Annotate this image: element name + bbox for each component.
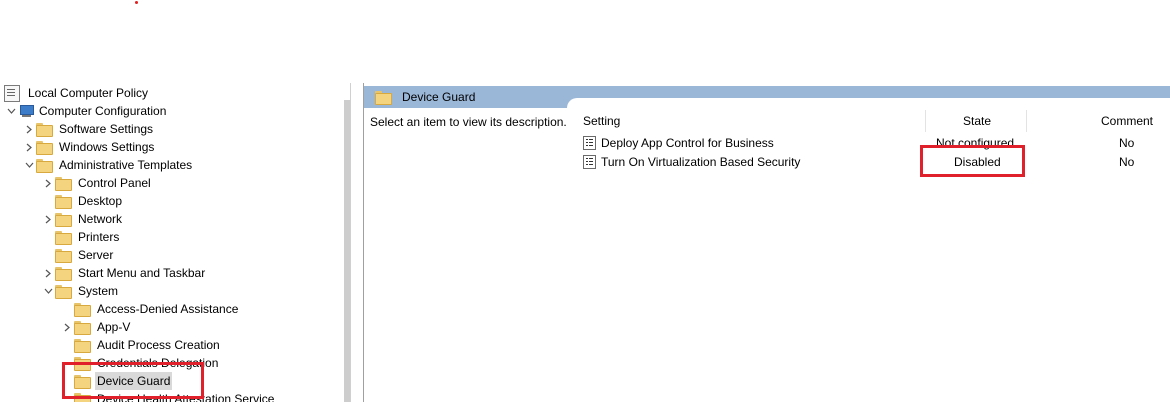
tree-label: System [78, 284, 119, 298]
details-pane: Device Guard Select an item to view its … [363, 83, 1170, 402]
tree-label: Desktop [78, 194, 123, 208]
tree-label: Access-Denied Assistance [97, 302, 239, 316]
folder-icon [36, 158, 53, 173]
chevron-right-icon[interactable] [60, 318, 74, 336]
folder-icon [55, 212, 72, 227]
policy-setting-icon [583, 155, 596, 169]
tree-label: Server [78, 248, 114, 262]
tree-item-windows-settings[interactable]: Windows Settings [22, 138, 156, 156]
tree-label: Administrative Templates [59, 158, 193, 172]
tree-label: Software Settings [59, 122, 154, 136]
column-header-comment[interactable]: Comment [1101, 112, 1153, 130]
chevron-right-icon[interactable] [22, 138, 36, 156]
folder-icon [36, 140, 53, 155]
console-tree: Local Computer Policy Computer Configura… [0, 83, 350, 402]
tree-label: Local Computer Policy [28, 86, 149, 100]
table-row[interactable]: Deploy App Control for Business Not conf… [582, 134, 1170, 152]
folder-icon [74, 302, 91, 317]
setting-cell: Turn On Virtualization Based Security [583, 153, 800, 171]
tree-item-app-v[interactable]: App-V [60, 318, 132, 336]
table-row[interactable]: Turn On Virtualization Based Security Di… [582, 153, 1170, 171]
tree-item-control-panel[interactable]: Control Panel [41, 174, 153, 192]
chevron-down-icon[interactable] [4, 102, 18, 120]
chevron-right-icon[interactable] [41, 174, 55, 192]
column-header-state[interactable]: State [963, 112, 991, 130]
red-dot-marker [135, 1, 138, 4]
column-divider[interactable] [925, 110, 926, 132]
setting-name: Turn On Virtualization Based Security [601, 155, 801, 169]
header-notch [567, 98, 1170, 110]
setting-name: Deploy App Control for Business [601, 136, 774, 150]
tree-item-desktop[interactable]: Desktop [55, 192, 124, 210]
chevron-down-icon[interactable] [22, 156, 36, 174]
tree-item-administrative-templates[interactable]: Administrative Templates [22, 156, 194, 174]
computer-icon [18, 104, 34, 118]
tree-item-server[interactable]: Server [55, 246, 115, 264]
folder-icon [55, 176, 72, 191]
policy-icon [4, 84, 20, 102]
folder-icon [55, 284, 72, 299]
tree-item-computer-configuration[interactable]: Computer Configuration [4, 102, 168, 120]
details-header-title: Device Guard [402, 90, 476, 104]
chevron-right-icon[interactable] [41, 264, 55, 282]
policy-setting-icon [583, 136, 596, 150]
tree-item-system[interactable]: System [41, 282, 120, 300]
folder-icon [74, 320, 91, 335]
folder-icon [74, 338, 91, 353]
chevron-right-icon[interactable] [41, 210, 55, 228]
tree-item-start-menu-and-taskbar[interactable]: Start Menu and Taskbar [41, 264, 207, 282]
comment-cell: No [1119, 155, 1135, 169]
chevron-right-icon[interactable] [22, 120, 36, 138]
description-text: Select an item to view its description. [370, 115, 567, 129]
pane-splitter[interactable] [350, 83, 363, 402]
tree-item-printers[interactable]: Printers [55, 228, 121, 246]
tree-label: Windows Settings [59, 140, 155, 154]
tree-label: Computer Configuration [39, 104, 167, 118]
chevron-down-icon[interactable] [41, 282, 55, 300]
folder-icon [55, 266, 72, 281]
column-header-setting[interactable]: Setting [583, 112, 620, 130]
tree-label: Start Menu and Taskbar [78, 266, 206, 280]
tree-item-software-settings[interactable]: Software Settings [22, 120, 155, 138]
highlight-box-device-guard [62, 362, 204, 399]
column-divider[interactable] [1026, 110, 1027, 132]
comment-cell: No [1119, 136, 1135, 150]
folder-icon [36, 122, 53, 137]
folder-icon [375, 90, 392, 105]
tree-root[interactable]: Local Computer Policy [4, 84, 150, 102]
folder-icon [55, 194, 72, 209]
tree-label: Network [78, 212, 123, 226]
setting-cell: Deploy App Control for Business [583, 134, 774, 152]
tree-label: App-V [97, 320, 131, 334]
highlight-box-disabled [920, 145, 1025, 177]
tree-item-access-denied-assistance[interactable]: Access-Denied Assistance [74, 300, 240, 318]
tree-label: Audit Process Creation [97, 338, 220, 352]
tree-item-network[interactable]: Network [41, 210, 124, 228]
folder-icon [55, 230, 72, 245]
tree-item-audit-process-creation[interactable]: Audit Process Creation [74, 336, 222, 354]
tree-label: Control Panel [78, 176, 151, 190]
tree-label: Printers [78, 230, 120, 244]
folder-icon [55, 248, 72, 263]
